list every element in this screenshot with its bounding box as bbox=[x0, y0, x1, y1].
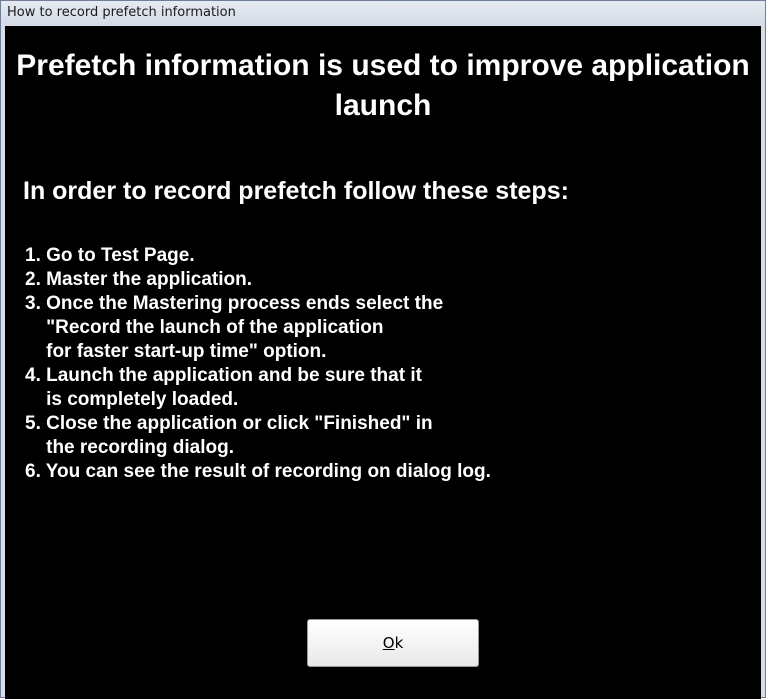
step-line: "Record the launch of the application bbox=[25, 317, 384, 338]
steps-list: 1. Go to Test Page. 2. Master the applic… bbox=[25, 244, 755, 484]
step-line: 1. Go to Test Page. bbox=[25, 245, 195, 266]
steps-intro: In order to record prefetch follow these… bbox=[23, 177, 569, 205]
step-line: is completely loaded. bbox=[25, 389, 239, 410]
page-heading: Prefetch information is used to improve … bbox=[16, 49, 750, 122]
title-bar[interactable]: How to record prefetch information bbox=[1, 1, 765, 25]
step-line: the recording dialog. bbox=[25, 437, 235, 458]
step-line: 3. Once the Mastering process ends selec… bbox=[25, 293, 444, 314]
dialog-window: How to record prefetch information Prefe… bbox=[0, 0, 766, 699]
step-line: 4. Launch the application and be sure th… bbox=[25, 365, 422, 386]
step-line: 5. Close the application or click "Finis… bbox=[25, 413, 433, 434]
ok-button-label: k bbox=[394, 634, 404, 652]
window-title: How to record prefetch information bbox=[7, 5, 236, 20]
ok-button-mnemonic: O bbox=[382, 634, 395, 652]
ok-button[interactable]: Ok bbox=[307, 619, 479, 667]
step-line: for faster start-up time" option. bbox=[25, 341, 327, 362]
dialog-content: Prefetch information is used to improve … bbox=[5, 26, 761, 699]
step-line: 6. You can see the result of recording o… bbox=[25, 461, 491, 482]
step-line: 2. Master the application. bbox=[25, 269, 252, 290]
